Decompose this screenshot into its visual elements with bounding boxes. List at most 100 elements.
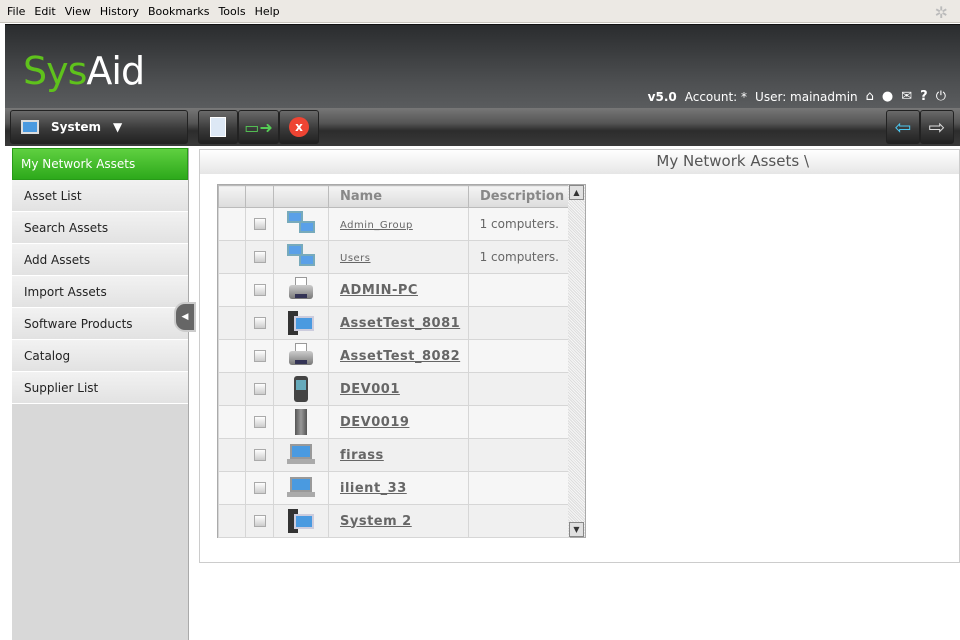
logout-icon[interactable]: ⏻ bbox=[936, 89, 946, 104]
row-description bbox=[468, 504, 570, 538]
group-icon bbox=[285, 243, 317, 271]
row-checkbox[interactable] bbox=[253, 317, 266, 329]
asset-link[interactable]: DEV001 bbox=[340, 382, 400, 397]
asset-link[interactable]: Admin_Group bbox=[340, 220, 413, 231]
menu-tools[interactable]: Tools bbox=[218, 5, 245, 18]
row-description: 1 computers. bbox=[468, 207, 570, 241]
row-name-cell: Admin_Group bbox=[328, 207, 469, 241]
menu-file[interactable]: File bbox=[7, 5, 25, 18]
list-view-button[interactable] bbox=[198, 110, 238, 144]
laptop-icon bbox=[285, 474, 317, 502]
monitor-arrow-icon: ▭➜ bbox=[244, 117, 273, 137]
collapse-sidebar-button[interactable]: ◀ bbox=[174, 302, 196, 332]
printer-icon bbox=[285, 342, 317, 370]
asset-link[interactable]: ADMIN-PC bbox=[340, 283, 418, 298]
row-name-cell: ilient_33 bbox=[328, 471, 469, 505]
asset-link[interactable]: AssetTest_8081 bbox=[340, 316, 460, 331]
asset-link[interactable]: System 2 bbox=[340, 514, 412, 529]
row-checkbox[interactable] bbox=[253, 383, 266, 395]
row-select-cell bbox=[245, 471, 274, 505]
row-name-cell: firass bbox=[328, 438, 469, 472]
menu-help[interactable]: Help bbox=[255, 5, 280, 18]
asset-link[interactable]: DEV0019 bbox=[340, 415, 409, 430]
scroll-up-button[interactable]: ▲ bbox=[569, 185, 584, 200]
app-header: SysAid v5.0 Account: * User: mainadmin ⌂… bbox=[5, 24, 960, 108]
col-description[interactable]: Description bbox=[468, 185, 570, 208]
row-checkbox[interactable] bbox=[253, 482, 266, 494]
row-icon-cell bbox=[273, 471, 329, 505]
asset-link[interactable]: AssetTest_8082 bbox=[340, 349, 460, 364]
row-spacer bbox=[218, 438, 246, 472]
delete-button[interactable]: x bbox=[279, 110, 319, 144]
row-spacer bbox=[218, 471, 246, 505]
sidebar-item-software-products[interactable]: Software Products bbox=[12, 308, 188, 340]
row-checkbox[interactable] bbox=[253, 449, 266, 461]
row-icon-cell bbox=[273, 504, 329, 538]
row-spacer bbox=[218, 207, 246, 241]
assign-button[interactable]: ▭➜ bbox=[238, 110, 279, 144]
table-row[interactable]: AssetTest_8081 bbox=[218, 306, 570, 340]
row-spacer bbox=[218, 504, 246, 538]
sidebar-item-my-network-assets[interactable]: My Network Assets bbox=[12, 148, 188, 180]
row-name-cell: System 2 bbox=[328, 504, 469, 538]
sidebar-item-asset-list[interactable]: Asset List bbox=[12, 180, 188, 212]
row-spacer bbox=[218, 240, 246, 274]
forward-button[interactable]: ⇨ bbox=[920, 110, 954, 144]
menu-bookmarks[interactable]: Bookmarks bbox=[148, 5, 209, 18]
sidebar-item-search-assets[interactable]: Search Assets bbox=[12, 212, 188, 244]
row-spacer bbox=[218, 372, 246, 406]
account-label: Account: * bbox=[684, 89, 748, 104]
scroll-down-button[interactable]: ▼ bbox=[569, 522, 584, 537]
computer-icon bbox=[285, 309, 317, 337]
row-checkbox[interactable] bbox=[253, 416, 266, 428]
row-checkbox[interactable] bbox=[253, 284, 266, 296]
row-spacer bbox=[218, 306, 246, 340]
row-icon-cell bbox=[273, 438, 329, 472]
row-icon-cell bbox=[273, 273, 329, 307]
sidebar-item-add-assets[interactable]: Add Assets bbox=[12, 244, 188, 276]
sidebar-item-import-assets[interactable]: Import Assets bbox=[12, 276, 188, 308]
module-dropdown[interactable]: System ▼ bbox=[10, 110, 188, 144]
assets-table: Name Description Admin_Group 1 computers… bbox=[217, 184, 586, 538]
row-checkbox[interactable] bbox=[253, 218, 266, 230]
table-row[interactable]: DEV001 bbox=[218, 372, 570, 406]
vertical-scrollbar[interactable]: ▲ ▼ bbox=[568, 185, 585, 537]
asset-link[interactable]: firass bbox=[340, 448, 384, 463]
table-row[interactable]: Users 1 computers. bbox=[218, 240, 570, 274]
row-checkbox[interactable] bbox=[253, 251, 266, 263]
menu-bar: File Edit View History Bookmarks Tools H… bbox=[0, 0, 960, 23]
menu-history[interactable]: History bbox=[100, 5, 139, 18]
sidebar-item-catalog[interactable]: Catalog bbox=[12, 340, 188, 372]
row-icon-cell bbox=[273, 207, 329, 241]
menu-edit[interactable]: Edit bbox=[34, 5, 55, 18]
table-row[interactable]: AssetTest_8082 bbox=[218, 339, 570, 373]
table-row[interactable]: firass bbox=[218, 438, 570, 472]
row-checkbox[interactable] bbox=[253, 350, 266, 362]
home-icon[interactable]: ⌂ bbox=[866, 89, 874, 104]
back-button[interactable]: ⇦ bbox=[886, 110, 920, 144]
toolbar: System ▼ ▭➜ x ⇦ ⇨ bbox=[5, 108, 960, 146]
table-row[interactable]: ilient_33 bbox=[218, 471, 570, 505]
row-select-cell bbox=[245, 405, 274, 439]
system-icon bbox=[21, 120, 39, 134]
row-icon-cell bbox=[273, 306, 329, 340]
row-name-cell: AssetTest_8081 bbox=[328, 306, 469, 340]
user-icon[interactable]: ● bbox=[882, 89, 893, 104]
col-select[interactable] bbox=[245, 185, 274, 208]
module-label: System bbox=[51, 120, 101, 134]
row-select-cell bbox=[245, 438, 274, 472]
col-name[interactable]: Name bbox=[328, 185, 469, 208]
sidebar-item-supplier-list[interactable]: Supplier List bbox=[12, 372, 188, 404]
main-panel: My Network Assets \ Name Description Adm… bbox=[199, 149, 960, 563]
table-row[interactable]: DEV0019 bbox=[218, 405, 570, 439]
row-description bbox=[468, 405, 570, 439]
table-row[interactable]: System 2 bbox=[218, 504, 570, 538]
help-icon[interactable]: ? bbox=[920, 89, 928, 104]
table-row[interactable]: Admin_Group 1 computers. bbox=[218, 207, 570, 241]
menu-view[interactable]: View bbox=[65, 5, 91, 18]
mail-icon[interactable]: ✉ bbox=[901, 89, 912, 104]
asset-link[interactable]: ilient_33 bbox=[340, 481, 407, 496]
row-checkbox[interactable] bbox=[253, 515, 266, 527]
asset-link[interactable]: Users bbox=[340, 253, 371, 264]
table-row[interactable]: ADMIN-PC bbox=[218, 273, 570, 307]
